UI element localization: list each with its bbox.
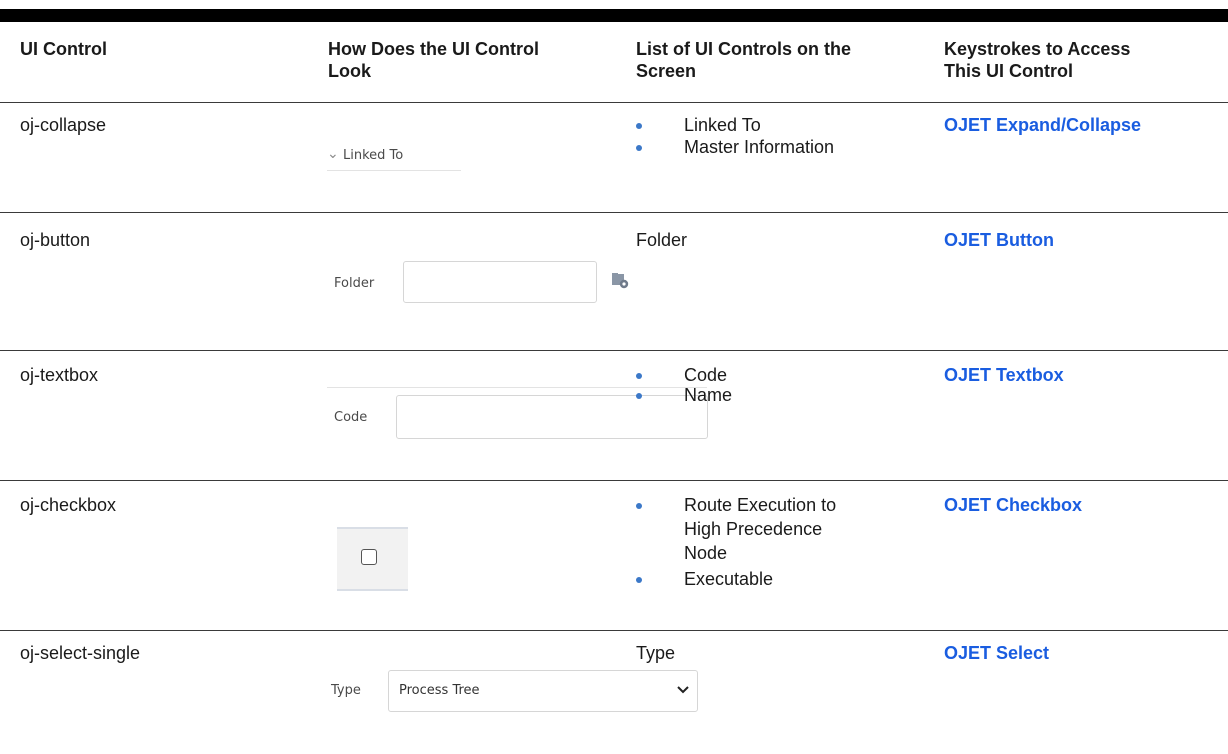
bullet-icon xyxy=(636,123,642,129)
list-item: Name xyxy=(636,384,732,406)
header-list-line2: Screen xyxy=(636,61,697,81)
mock-checkbox-panel xyxy=(337,527,408,591)
header-look-line2: Look xyxy=(328,61,371,81)
mock-collapse-underline xyxy=(327,170,461,171)
mock-collapse-label: Linked To xyxy=(343,148,404,163)
bullet-icon xyxy=(636,577,642,583)
link-ojet-textbox[interactable]: OJET Textbox xyxy=(944,364,1064,386)
header-keystrokes: Keystrokes to Access This UI Control xyxy=(944,38,1130,82)
header-list: List of UI Controls on the Screen xyxy=(636,38,851,82)
mock-code-label: Code xyxy=(334,410,368,425)
control-name: oj-checkbox xyxy=(20,495,117,515)
list-item: Route Execution to High Precedence Node xyxy=(636,494,836,564)
list-item: Executable xyxy=(636,568,836,590)
link-ojet-expand-collapse[interactable]: OJET Expand/Collapse xyxy=(944,114,1141,136)
list-item: Code xyxy=(636,364,732,386)
mock-type-label: Type xyxy=(331,683,361,698)
header-separator xyxy=(0,102,1228,103)
control-name: oj-select-single xyxy=(20,643,141,663)
controls-list: Code Name xyxy=(636,364,732,406)
folder-settings-icon xyxy=(612,273,629,289)
controls-list: Route Execution to High Precedence Node … xyxy=(636,494,836,590)
list-item: Linked To xyxy=(636,114,834,136)
row-separator xyxy=(0,630,1228,631)
checkbox-icon xyxy=(361,549,377,565)
chevron-down-icon: ⌄ xyxy=(327,145,339,161)
row-separator xyxy=(0,350,1228,351)
header-look: How Does the UI Control Look xyxy=(328,38,539,82)
link-ojet-button[interactable]: OJET Button xyxy=(944,229,1054,251)
link-ojet-select[interactable]: OJET Select xyxy=(944,642,1049,664)
row-separator xyxy=(0,480,1228,481)
row-separator xyxy=(0,212,1228,213)
controls-list: Linked To Master Information xyxy=(636,114,834,158)
header-list-line1: List of UI Controls on the xyxy=(636,39,851,59)
bullet-icon xyxy=(636,393,642,399)
mock-folder-label: Folder xyxy=(334,276,375,291)
bullet-icon xyxy=(636,145,642,151)
control-name: oj-button xyxy=(20,230,91,250)
control-name: oj-textbox xyxy=(20,365,99,385)
list-item: Master Information xyxy=(636,136,834,158)
bullet-icon xyxy=(636,373,642,379)
top-rule xyxy=(0,9,1228,22)
control-name: oj-collapse xyxy=(20,115,107,135)
controls-list-plain: Folder xyxy=(636,230,688,250)
header-keys-line1: Keystrokes to Access xyxy=(944,39,1131,59)
controls-list-plain: Type xyxy=(636,643,676,663)
header-ui-control: UI Control xyxy=(20,39,107,59)
chevron-down-icon xyxy=(677,686,689,694)
link-ojet-checkbox[interactable]: OJET Checkbox xyxy=(944,494,1082,516)
mock-folder-input xyxy=(403,261,597,303)
mock-select-value: Process Tree xyxy=(399,683,480,698)
header-look-line1: How Does the UI Control xyxy=(328,39,539,59)
bullet-icon xyxy=(636,503,642,509)
mock-type-select: Process Tree xyxy=(388,670,698,712)
header-keys-line2: This UI Control xyxy=(944,61,1073,81)
